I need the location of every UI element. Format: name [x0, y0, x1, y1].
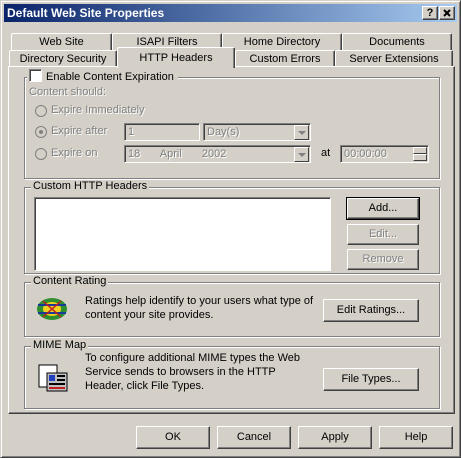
- rating-description-line1: Ratings help identify to your users what…: [85, 295, 314, 307]
- add-header-button[interactable]: Add...: [346, 197, 420, 220]
- cancel-button[interactable]: Cancel: [217, 426, 291, 449]
- help-button[interactable]: Help: [379, 426, 453, 449]
- enable-expiration-checkbox[interactable]: [29, 69, 42, 82]
- tab-documents[interactable]: Documents: [342, 33, 452, 51]
- expire-on-radio[interactable]: [35, 148, 47, 160]
- expire-immediately-label: Expire Immediately: [51, 104, 145, 116]
- title-bar[interactable]: Default Web Site Properties ?: [4, 4, 457, 22]
- mime-map-group: MIME Map To configure additional MIME ty…: [24, 339, 440, 409]
- expire-after-value[interactable]: 1: [124, 123, 200, 141]
- mime-map-label: MIME Map: [31, 339, 89, 351]
- expire-after-unit-select[interactable]: Day(s): [203, 123, 311, 141]
- expire-after-unit-value: Day(s): [207, 126, 240, 138]
- content-rating-group: Content Rating Ratings help identify to …: [24, 275, 440, 337]
- mime-description-line2: Service sends to browsers in the HTTP: [85, 366, 276, 378]
- close-icon: [443, 9, 451, 17]
- tab-home-directory[interactable]: Home Directory: [222, 33, 342, 51]
- custom-headers-group: Custom HTTP Headers Add... Edit... Remov…: [24, 180, 440, 274]
- calendar-dropdown-icon[interactable]: [294, 147, 309, 162]
- help-title-button[interactable]: ?: [422, 6, 438, 20]
- content-should-label: Content should:: [29, 86, 107, 98]
- expire-on-time-field[interactable]: 00:00:00: [340, 145, 429, 163]
- close-title-button[interactable]: [439, 6, 455, 20]
- mime-description-line1: To configure additional MIME types the W…: [85, 352, 301, 364]
- expire-on-day: 18: [128, 148, 141, 160]
- tab-web-site[interactable]: Web Site: [11, 33, 112, 51]
- ratings-icon: [37, 298, 67, 320]
- window-title: Default Web Site Properties: [7, 6, 165, 20]
- enable-expiration-label: Enable Content Expiration: [46, 71, 174, 83]
- expire-on-month: April: [159, 148, 182, 160]
- custom-headers-label: Custom HTTP Headers: [31, 180, 150, 192]
- expire-on-year: 2002: [201, 148, 227, 160]
- expire-after-label: Expire after: [51, 125, 108, 137]
- at-label: at: [321, 147, 331, 159]
- expire-on-label: Expire on: [51, 147, 98, 159]
- expire-on-date-picker[interactable]: 18 April 2002: [124, 145, 311, 163]
- properties-dialog: Default Web Site Properties ? Web Site I…: [0, 0, 461, 458]
- content-rating-label: Content Rating: [31, 275, 109, 287]
- edit-ratings-button[interactable]: Edit Ratings...: [323, 299, 419, 322]
- tab-http-headers[interactable]: HTTP Headers: [117, 47, 235, 68]
- remove-header-button[interactable]: Remove: [347, 249, 419, 270]
- time-spinner[interactable]: [413, 147, 427, 161]
- mime-types-icon: [38, 364, 68, 392]
- expire-on-time-value: 00:00:00: [344, 148, 387, 160]
- content-expiration-group: Enable Content Expiration Content should…: [24, 69, 440, 179]
- expiration-checkbox-row[interactable]: Enable Content Expiration: [27, 69, 178, 83]
- apply-button[interactable]: Apply: [298, 426, 372, 449]
- spinner-down-icon[interactable]: [413, 154, 427, 161]
- expire-after-radio[interactable]: [35, 126, 47, 138]
- expire-immediately-radio[interactable]: [35, 105, 47, 117]
- ok-button[interactable]: OK: [136, 426, 210, 449]
- file-types-button[interactable]: File Types...: [323, 368, 419, 391]
- custom-headers-list[interactable]: [34, 197, 331, 271]
- rating-description-line2: content your site provides.: [85, 309, 214, 321]
- http-headers-panel: Enable Content Expiration Content should…: [8, 66, 455, 414]
- mime-description-line3: Header, click File Types.: [85, 380, 205, 392]
- chevron-down-icon[interactable]: [294, 125, 309, 140]
- edit-header-button[interactable]: Edit...: [347, 224, 419, 245]
- spinner-up-icon[interactable]: [413, 147, 427, 154]
